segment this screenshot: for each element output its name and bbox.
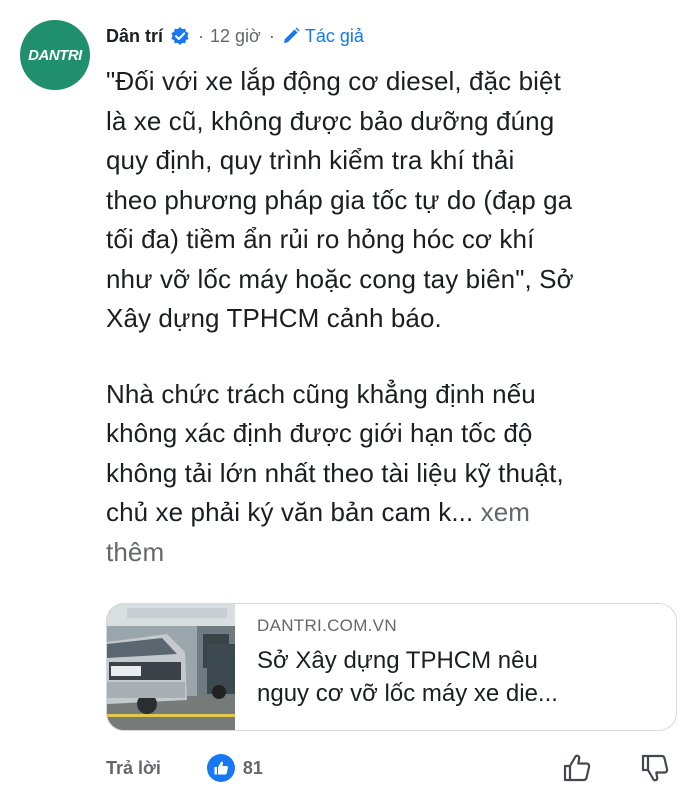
paragraph-line: không xác định được giới hạn tốc độ [106, 418, 533, 448]
thumbs-up-icon[interactable] [561, 752, 593, 789]
post-header: Dân trí · 12 giờ · Tác giả [106, 22, 364, 50]
link-title-line: Sở Xây dựng TPHCM nêu [257, 647, 538, 674]
pencil-icon [283, 27, 300, 43]
header-separator-2: · [268, 25, 275, 46]
link-title-line: nguy cơ vỡ lốc máy xe die... [257, 680, 558, 707]
link-thumbnail [107, 604, 235, 730]
thumbs-down-icon[interactable] [639, 752, 671, 789]
avatar-logo-text: DANTRI [28, 46, 82, 64]
author-name[interactable]: Dân trí [106, 26, 163, 47]
like-count: 81 [242, 757, 263, 778]
verified-badge-icon [170, 26, 190, 46]
author-tag-label: Tác giả [304, 25, 364, 46]
paragraph-line: Xây dựng TPHCM cảnh báo. [106, 303, 442, 333]
paragraph-line: không tải lớn nhất theo tài liệu kỹ thuậ… [106, 457, 564, 488]
post-footer: Trả lời 81 [106, 752, 681, 784]
post-body: "Đối với xe lắp động cơ diesel, đặc biệt… [106, 62, 686, 572]
truncated-text: chủ xe phải ký văn bản cam k... [106, 497, 474, 527]
paragraph-line: Nhà chức trách cũng khẳng định nếu [106, 378, 536, 409]
reply-button[interactable]: Trả lời [106, 758, 161, 779]
link-preview-card[interactable]: DANTRI.COM.VN Sở Xây dựng TPHCM nêu nguy… [106, 603, 677, 731]
link-title: Sở Xây dựng TPHCM nêu nguy cơ vỡ lốc máy… [257, 644, 676, 710]
see-more-link-cont[interactable]: thêm [106, 533, 686, 573]
see-more-link[interactable]: xem [481, 497, 530, 527]
author-tag: Tác giả [281, 26, 364, 47]
avatar[interactable]: DANTRI [20, 20, 90, 90]
link-domain: DANTRI.COM.VN [257, 616, 397, 635]
paragraph-line: như vỡ lốc máy hoặc cong tay biên", Sở [106, 263, 574, 294]
reaction-summary[interactable]: 81 [206, 754, 263, 782]
paragraph-line: quy định, quy trình kiểm tra khí thải [106, 145, 515, 175]
paragraph-line: tối đa) tiềm ẩn rủi ro hỏng hóc cơ khí [106, 224, 535, 254]
header-separator: · [198, 25, 205, 46]
paragraph-line: theo phương pháp gia tốc tự do (đạp ga [106, 184, 573, 215]
paragraph-line-last: chủ xe phải ký văn bản cam k... xem [106, 493, 686, 533]
post-time[interactable]: 12 giờ [210, 26, 261, 47]
like-icon [206, 754, 235, 782]
paragraph-line: "Đối với xe lắp động cơ diesel, đặc biệt [106, 66, 561, 96]
link-info: DANTRI.COM.VN Sở Xây dựng TPHCM nêu nguy… [235, 604, 676, 730]
paragraph-line: là xe cũ, không được bảo dưỡng đúng [106, 105, 555, 136]
